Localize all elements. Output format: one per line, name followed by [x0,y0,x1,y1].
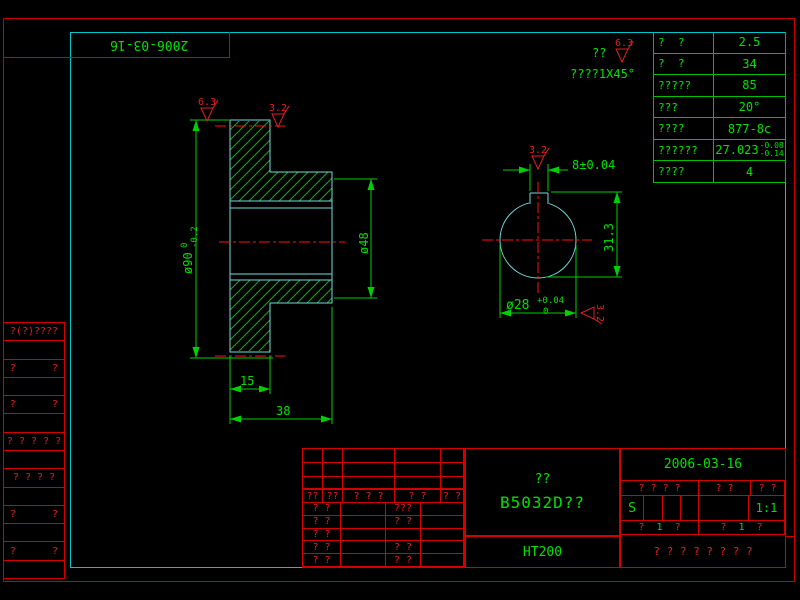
date-label: 2006-03-16 [663,457,743,472]
material-label: HT200 [522,544,563,560]
dimension-arrows [192,120,375,423]
header-cell: ? ? ? [343,490,395,502]
svg-text:ø90: ø90 [181,252,195,274]
surface-finish-icon: 3.2 [579,304,605,325]
scale-value: 1:1 [749,496,785,520]
svg-text:31.3: 31.3 [602,223,616,252]
svg-text:+0.04: +0.04 [537,296,564,306]
title-block-name-area: ?? B5032D?? [465,448,620,536]
dim-dia48: ø48 [357,232,371,254]
dim-slot-width: 8±0.04 [572,158,615,172]
svg-text:ø48: ø48 [357,232,371,254]
finish-note: ?? 6.3 ????1X45° [570,38,635,81]
svg-text:3.2: 3.2 [529,145,547,156]
svg-text:ø28: ø28 [506,298,529,313]
svg-text:-0.2: -0.2 [190,226,200,248]
title-block-date-cell: 2006-03-16 [620,448,786,481]
drawing-number: B5032D?? [499,493,586,512]
note-prefix: ?? [592,46,606,60]
dimension-lines [190,119,377,424]
material-cell: HT200 [465,536,620,568]
surface-finish-icon: 6.3 [198,97,219,123]
title-block-left-top [302,448,465,490]
title-block-sheet-row: ? 1 ? ? 1 ? [620,521,786,535]
title-block-left-rows: ? ???? ? ?? ? ? ? ? ?? ? ? ?? ? [302,503,465,568]
header-cell: ?? [323,490,343,502]
keyway-mask [529,197,549,205]
title-block-bottom-row: ? ? ? ? ? ? ? ? [620,535,786,568]
dim-slot-depth: 31.3 [602,223,616,252]
header-cell: ?? [303,490,323,502]
svg-text:6.3: 6.3 [615,38,633,49]
dim-dia90: ø90 0 -0.2 [180,226,200,274]
drawing-subtitle: ?? [534,472,551,487]
title-block-left-header: ?? ?? ? ? ? ? ? ? ? [302,490,465,503]
svg-text:3.2: 3.2 [594,304,605,322]
svg-text:0: 0 [543,307,548,317]
dim-38: 38 [276,404,290,418]
surface-finish-icon: 3.2 [529,145,550,171]
cad-drawing-sheet: 2006-03-16 ? ? 2.5 ? ? 34 ????? 85 ??? 2… [0,0,800,600]
sheet-cell: ? 1 ? [621,521,699,534]
bore-lines [230,200,332,281]
dim-bore: ø28 +0.04 0 [506,296,564,317]
dim-15: 15 [240,374,254,388]
hatch-upper [230,121,332,201]
weight-symbol: S [621,496,644,520]
gear-section-view: ø90 0 -0.2 ø48 15 38 6.3 3.2 [180,97,377,424]
svg-text:0: 0 [180,243,190,248]
svg-text:3.2: 3.2 [269,103,287,114]
title-block-scale-row: S 1:1 [620,496,786,521]
title-block-signature-row: ? ? ? ? ? ? ? ? [620,481,786,496]
sheet-cell: ? 1 ? [699,521,785,534]
header-cell: ? ? [395,490,441,502]
note-detail: ????1X45° [570,67,635,81]
bore-end-view: 8±0.04 31.3 ø28 +0.04 0 3.2 3.2 [482,145,622,325]
header-cell: ? ? [441,490,464,502]
hatch-lower [230,280,332,351]
surface-finish-icon: 6.3 [615,38,634,64]
svg-text:6.3: 6.3 [198,97,216,108]
surface-finish-icon: 3.2 [269,103,290,129]
